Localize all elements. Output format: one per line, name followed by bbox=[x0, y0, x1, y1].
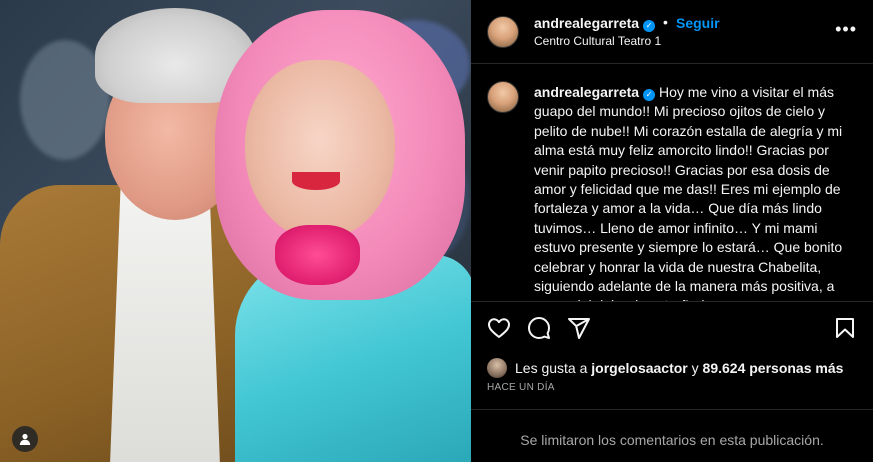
caption-area[interactable]: andrealegarreta ✓ Hoy me vino a visitar e… bbox=[471, 65, 873, 301]
liker-avatar[interactable] bbox=[487, 358, 507, 378]
likes-text: Les gusta a jorgelosaactor y 89.624 pers… bbox=[515, 360, 843, 376]
follow-button[interactable]: Seguir bbox=[676, 15, 720, 31]
more-options-icon[interactable]: ••• bbox=[835, 19, 857, 40]
likes-count[interactable]: 89.624 personas más bbox=[703, 360, 844, 376]
caption-author-avatar[interactable] bbox=[487, 81, 519, 113]
post-timestamp[interactable]: HACE UN DÍA bbox=[487, 382, 555, 393]
likes-prefix: Les gusta a bbox=[515, 360, 592, 376]
woman-pink-bow bbox=[275, 225, 360, 285]
post-location[interactable]: Centro Cultural Teatro 1 bbox=[534, 34, 661, 48]
bookmark-icon bbox=[836, 318, 854, 338]
comment-button[interactable] bbox=[527, 316, 551, 345]
caption-text: Hoy me vino a visitar el más guapo del m… bbox=[534, 84, 843, 301]
comment-icon bbox=[528, 317, 550, 339]
post-caption: andrealegarreta ✓ Hoy me vino a visitar e… bbox=[534, 83, 858, 301]
save-button[interactable] bbox=[833, 316, 857, 345]
woman-face bbox=[245, 60, 395, 240]
user-tag-button[interactable] bbox=[12, 426, 38, 452]
author-avatar[interactable] bbox=[487, 16, 519, 48]
user-tag-icon bbox=[19, 433, 31, 445]
verified-badge-icon: ✓ bbox=[643, 20, 656, 32]
likes-summary[interactable]: Les gusta a jorgelosaactor y 89.624 pers… bbox=[487, 356, 843, 380]
author-username-text[interactable]: andrealegarreta bbox=[534, 15, 639, 31]
heart-icon bbox=[488, 318, 510, 338]
post-photo[interactable] bbox=[0, 0, 471, 462]
author-username[interactable]: andrealegarreta ✓ bbox=[534, 15, 656, 32]
share-button[interactable] bbox=[567, 316, 591, 345]
action-bar bbox=[471, 301, 873, 353]
share-icon bbox=[568, 318, 590, 339]
likes-conjunction: y bbox=[687, 360, 703, 376]
post-side-panel: andrealegarreta ✓ • Seguir Centro Cultura… bbox=[471, 0, 873, 462]
liker-username[interactable]: jorgelosaactor bbox=[591, 360, 687, 376]
like-button[interactable] bbox=[487, 316, 511, 345]
comments-disabled-notice: Se limitaron los comentarios en esta pub… bbox=[471, 409, 873, 462]
woman-lips bbox=[292, 172, 340, 190]
separator-dot: • bbox=[663, 14, 668, 30]
caption-username[interactable]: andrealegarreta bbox=[534, 84, 639, 100]
post-header: andrealegarreta ✓ • Seguir Centro Cultura… bbox=[471, 0, 873, 64]
verified-badge-icon: ✓ bbox=[643, 89, 656, 101]
